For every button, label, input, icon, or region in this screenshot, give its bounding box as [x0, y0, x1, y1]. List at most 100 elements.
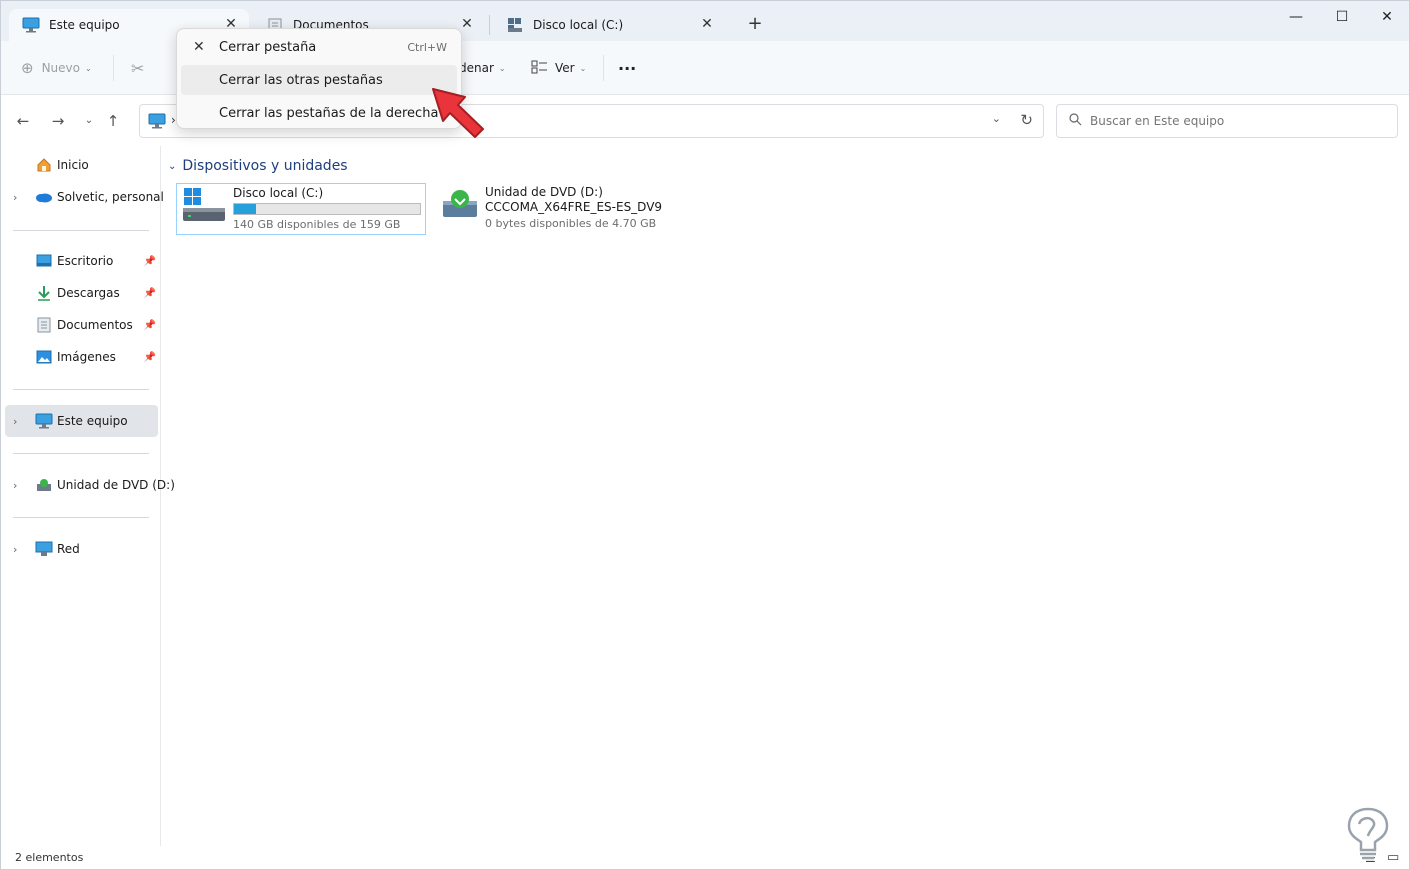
view-button[interactable]: Ver ⌄ [531, 55, 586, 81]
computer-icon [21, 15, 41, 35]
documents-icon [35, 316, 53, 334]
new-tab-button[interactable]: + [745, 14, 765, 34]
forward-arrow-icon[interactable]: → [47, 110, 69, 132]
menu-item-label: Cerrar las otras pestañas [219, 72, 383, 88]
sidebar-item-este-equipo[interactable]: › Este equipo [5, 405, 158, 437]
new-button[interactable]: ⊕ Nuevo ⌄ [21, 55, 92, 81]
menu-item-cerrar-otras-pestanas[interactable]: Cerrar las otras pestañas [181, 65, 457, 95]
windows-drive-icon [182, 187, 226, 226]
drive-usage-fill [234, 204, 257, 214]
watermark-logo-icon [1347, 807, 1389, 860]
close-tab-icon[interactable]: ✕ [459, 16, 475, 32]
home-icon [35, 156, 53, 174]
onedrive-cloud-icon [35, 188, 53, 206]
chevron-right-icon[interactable]: › [13, 479, 17, 492]
plus-circle-icon: ⊕ [21, 59, 34, 77]
drive-tile-d[interactable]: Unidad de DVD (D:) CCCOMA_X64FRE_ES-ES_D… [439, 183, 699, 235]
drive-icon [505, 15, 525, 35]
back-arrow-icon[interactable]: ← [12, 110, 34, 132]
sidebar-item-label: Imágenes [57, 350, 116, 364]
menu-item-shortcut: Ctrl+W [407, 40, 447, 54]
menu-item-cerrar-pestanas-derecha[interactable]: Cerrar las pestañas de la derecha [181, 98, 457, 128]
chevron-down-icon: ⌄ [498, 63, 506, 73]
view-list-icon [531, 60, 548, 77]
sidebar-item-label: Este equipo [57, 414, 128, 428]
chevron-down-icon: ⌄ [579, 63, 587, 73]
tab-label: Este equipo [49, 18, 120, 32]
computer-icon [35, 412, 53, 430]
toolbar-separator [603, 55, 604, 81]
close-tab-icon[interactable]: ✕ [699, 16, 715, 32]
sidebar-item-red[interactable]: › Red [5, 533, 158, 565]
chevron-right-icon[interactable]: › [13, 191, 17, 204]
group-title: Dispositivos y unidades [182, 158, 348, 174]
minimize-button[interactable]: — [1273, 5, 1319, 29]
new-button-label: Nuevo [41, 61, 80, 75]
dvd-drive-icon [35, 476, 53, 494]
drive-volume-label: CCCOMA_X64FRE_ES-ES_DV9 [485, 200, 663, 214]
menu-item-cerrar-pestana[interactable]: ✕ Cerrar pestaña Ctrl+W [181, 32, 457, 62]
search-icon [1069, 113, 1082, 129]
status-bar: 2 elementos ☰ ▭ [1, 847, 1409, 869]
tab-separator [489, 15, 490, 35]
sidebar-item-inicio[interactable]: Inicio [5, 149, 158, 181]
sidebar-item-descargas[interactable]: Descargas 📌 [5, 277, 158, 309]
computer-icon [148, 113, 166, 132]
download-icon [35, 284, 53, 302]
tab-context-menu: ✕ Cerrar pestaña Ctrl+W Cerrar las otras… [176, 28, 462, 129]
chevron-right-icon[interactable]: › [13, 415, 17, 428]
drive-usage-bar [233, 203, 421, 215]
item-count: 2 elementos [15, 851, 84, 864]
recent-locations-chevron-icon[interactable]: ⌄ [78, 110, 100, 132]
up-arrow-icon[interactable]: ↑ [102, 110, 124, 132]
chevron-down-icon: ⌄ [85, 63, 92, 73]
sidebar-item-imagenes[interactable]: Imágenes 📌 [5, 341, 158, 373]
drive-tile-c[interactable]: Disco local (C:) 140 GB disponibles de 1… [176, 183, 426, 235]
drive-name: Disco local (C:) [233, 186, 324, 200]
sidebar-item-escritorio[interactable]: Escritorio 📌 [5, 245, 158, 277]
sidebar-item-label: Escritorio [57, 254, 114, 268]
sidebar-item-label: Unidad de DVD (D:) [57, 478, 175, 492]
drive-free-space: 140 GB disponibles de 159 GB [233, 218, 401, 231]
pin-icon: 📌 [143, 351, 156, 363]
file-explorer-window: Este equipo ✕ Documentos ✕ Disco local (… [0, 0, 1410, 870]
address-history-chevron-icon[interactable]: ⌄ [992, 112, 1001, 125]
sidebar-item-unidad-dvd[interactable]: › Unidad de DVD (D:) [5, 469, 175, 501]
sidebar-item-solvetic-personal[interactable]: › Solvetic, personal [5, 181, 164, 213]
sort-button-label: denar [459, 61, 494, 75]
pin-icon: 📌 [143, 255, 156, 267]
sidebar-divider [13, 389, 149, 390]
tab-label: Disco local (C:) [533, 18, 624, 32]
drive-name: Unidad de DVD (D:) [485, 185, 603, 199]
sidebar-divider [13, 230, 149, 231]
cut-button[interactable]: ✂ [131, 55, 144, 81]
chevron-right-icon[interactable]: › [13, 543, 17, 556]
view-button-label: Ver [555, 61, 575, 75]
drive-free-space: 0 bytes disponibles de 4.70 GB [485, 217, 657, 230]
scissors-icon: ✂ [131, 58, 145, 78]
annotation-arrow-icon [432, 88, 484, 138]
tab-disco-local[interactable]: Disco local (C:) ✕ [493, 9, 725, 41]
search-input[interactable] [1090, 114, 1380, 128]
dvd-drive-icon [441, 187, 479, 224]
menu-item-label: Cerrar pestaña [219, 39, 317, 55]
refresh-icon[interactable]: ↻ [1020, 111, 1033, 129]
sidebar-divider [13, 453, 149, 454]
sort-button[interactable]: denar ⌄ [459, 55, 506, 81]
network-icon [35, 540, 53, 558]
content-area: ⌄ Dispositivos y unidades Disco local (C… [162, 146, 1409, 846]
sidebar-item-label: Documentos [57, 318, 133, 332]
more-options-label: ··· [618, 58, 637, 78]
group-header-dispositivos[interactable]: ⌄ Dispositivos y unidades [168, 158, 348, 174]
maximize-button[interactable]: ☐ [1319, 5, 1365, 29]
pin-icon: 📌 [143, 287, 156, 299]
sidebar-divider [13, 517, 149, 518]
sidebar-item-label: Solvetic, personal [57, 190, 164, 204]
sidebar-item-documentos[interactable]: Documentos 📌 [5, 309, 158, 341]
pin-icon: 📌 [143, 319, 156, 331]
sidebar-item-label: Inicio [57, 158, 89, 172]
toolbar-separator [113, 55, 114, 81]
more-options-button[interactable]: ··· [618, 55, 636, 81]
search-box[interactable] [1056, 104, 1398, 138]
close-window-button[interactable]: ✕ [1364, 5, 1410, 29]
